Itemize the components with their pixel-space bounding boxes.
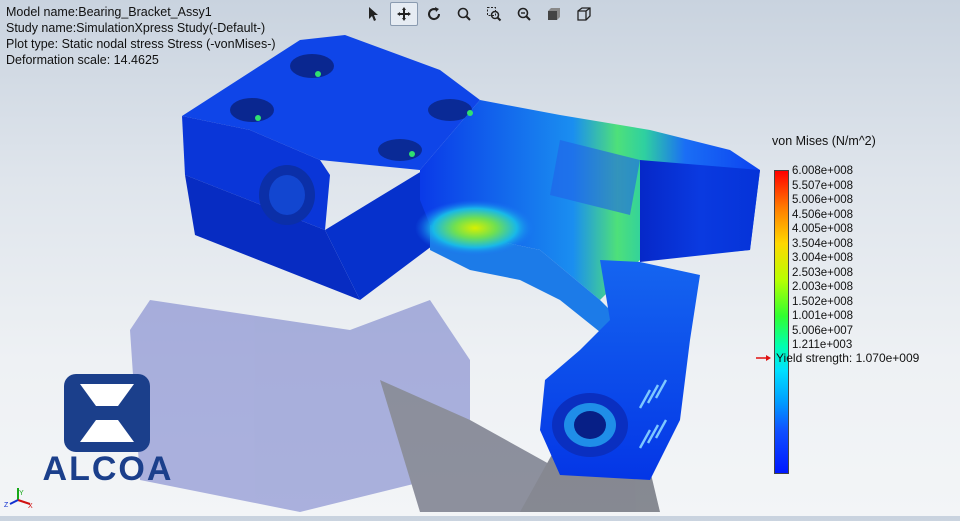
study-name-text: Study name:SimulationXpress Study(-Defau… (6, 21, 266, 35)
select-arrow-icon[interactable] (360, 2, 388, 26)
yield-strength-text: Yield strength: 1.070e+009 (776, 351, 920, 365)
model-name-text: Model name:Bearing_Bracket_Assy1 (6, 5, 212, 19)
yield-arrow-icon (756, 355, 771, 361)
rotate-icon[interactable] (420, 2, 448, 26)
legend-title: von Mises (N/m^2) (772, 134, 876, 148)
triad-y-label: Y (19, 490, 24, 497)
legend-value: 4.506e+008 (792, 208, 854, 221)
display-style-icon[interactable] (570, 2, 598, 26)
legend-value: 3.004e+008 (792, 252, 854, 264)
pan-icon[interactable] (390, 2, 418, 26)
zoom-in-out-icon[interactable] (450, 2, 478, 26)
triad-z-label: Z (4, 502, 9, 508)
legend-value: 1.001e+008 (792, 310, 854, 322)
arch-body (415, 100, 760, 340)
deformation-scale-text: Deformation scale: 14.4625 (6, 53, 159, 67)
view-orientation-icon[interactable] (540, 2, 568, 26)
legend-value: 3.504e+008 (792, 237, 854, 250)
study-info: Model name:Bearing_Bracket_Assy1 Study n… (6, 4, 276, 68)
legend-value: 5.006e+008 (792, 194, 854, 206)
legend-value: 5.507e+008 (792, 179, 854, 192)
legend-value: 2.503e+008 (792, 266, 854, 279)
axis-triad: Y X Z (4, 488, 33, 508)
legend-value: 4.005e+008 (792, 223, 854, 235)
legend-value: 1.502e+008 (792, 295, 854, 308)
legend-color-bar (774, 170, 789, 474)
alcoa-logo: ALCOA (43, 374, 174, 488)
yield-strength: Yield strength: 1.070e+009 (756, 351, 919, 365)
plot-type-text: Plot type: Static nodal stress Stress (-… (6, 37, 276, 51)
zoom-to-area-icon[interactable] (480, 2, 508, 26)
logo-text: ALCOA (43, 450, 174, 488)
zoom-to-fit-icon[interactable] (510, 2, 538, 26)
triad-x-label: X (28, 503, 33, 508)
legend-value: 2.003e+008 (792, 281, 854, 293)
graphics-viewport[interactable]: Model name:Bearing_Bracket_Assy1 Study n… (0, 0, 960, 516)
legend-value: 5.006e+007 (792, 324, 854, 337)
view-toolbar (360, 2, 598, 26)
legend-value: 6.008e+008 (792, 165, 854, 177)
legend-labels: 6.008e+008 5.507e+008 5.006e+008 4.506e+008… (792, 164, 853, 353)
